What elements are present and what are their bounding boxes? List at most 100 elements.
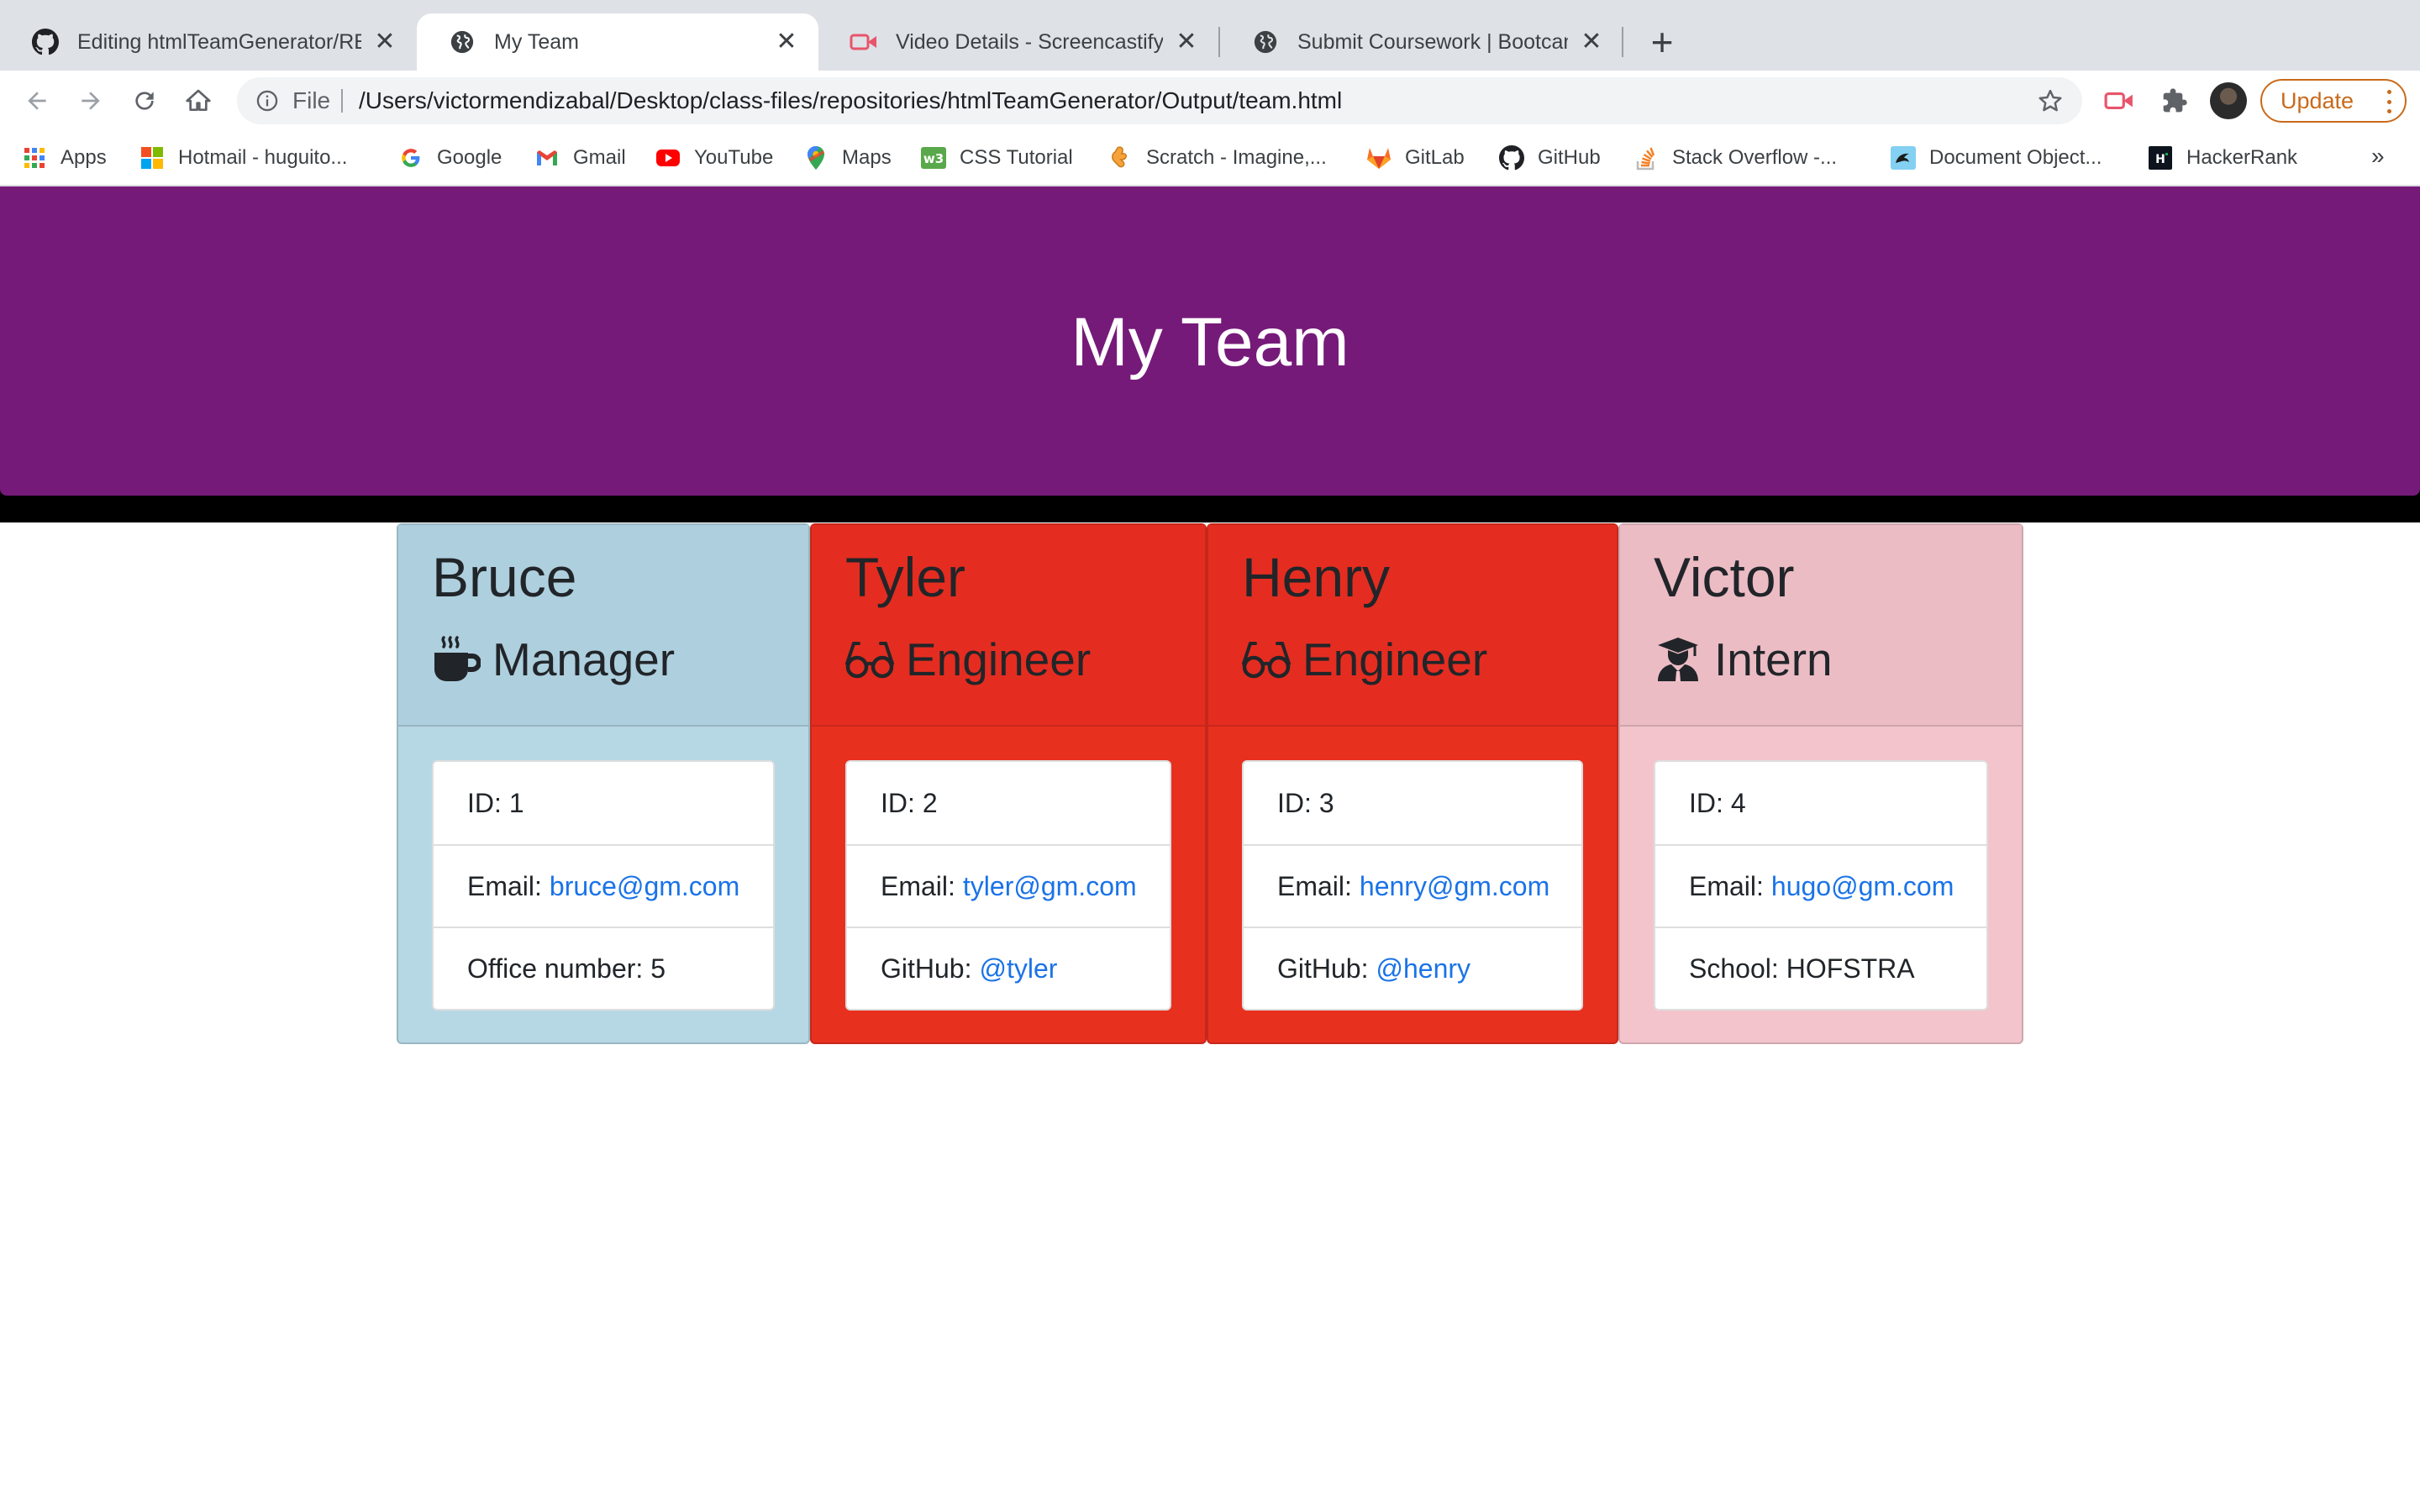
google-icon — [398, 145, 424, 171]
bookmark-gmail[interactable]: Gmail — [534, 143, 626, 173]
card-header: Victor Intern — [1620, 525, 2022, 727]
employee-card-manager: Bruce Manager ID: 1 Email: bruce@gm.com … — [397, 523, 810, 1044]
employee-email: Email: tyler@gm.com — [847, 844, 1170, 927]
bookmarks-overflow-button[interactable]: » — [2371, 143, 2385, 170]
update-button[interactable]: Update — [2260, 79, 2407, 123]
role-label: Manager — [492, 633, 676, 685]
email-link[interactable]: henry@gm.com — [1360, 871, 1549, 902]
coffee-mug-icon — [430, 635, 482, 684]
bookmark-maps[interactable]: Maps — [803, 143, 892, 173]
bookmark-star-icon[interactable] — [2035, 86, 2065, 116]
email-link[interactable]: tyler@gm.com — [963, 871, 1137, 902]
close-tab-icon[interactable]: ✕ — [1173, 29, 1200, 55]
employee-role: Intern — [1652, 633, 1833, 686]
address-bar[interactable]: File /Users/victormendizabal/Desktop/cla… — [237, 77, 2082, 124]
tab-my-team[interactable]: My Team ✕ — [417, 13, 818, 71]
id-label: ID: — [1689, 787, 1723, 818]
back-button[interactable] — [18, 82, 55, 119]
id-value: 4 — [1730, 787, 1746, 818]
bookmark-google[interactable]: Google — [398, 143, 502, 173]
bookmark-css-tutorial[interactable]: w3 CSS Tutorial — [921, 143, 1073, 173]
github-link[interactable]: @tyler — [979, 953, 1057, 984]
bookmark-stack-overflow[interactable]: Stack Overflow -... — [1634, 143, 1837, 173]
employee-name: Victor — [1654, 546, 1795, 608]
bookmark-github[interactable]: GitHub — [1499, 143, 1601, 173]
close-tab-icon[interactable]: ✕ — [1578, 29, 1605, 55]
bookmark-hackerrank[interactable]: H HackerRank — [2148, 143, 2297, 173]
bookmark-label: Document Object... — [1929, 146, 2102, 169]
screencastify-extension-icon[interactable] — [2102, 84, 2136, 118]
svg-text:w3: w3 — [923, 151, 944, 166]
home-icon — [186, 89, 211, 111]
globe-icon — [447, 27, 477, 57]
email-link[interactable]: hugo@gm.com — [1771, 871, 1954, 902]
employee-school: School: HOFSTRA — [1655, 927, 1986, 1009]
github-label: GitHub: — [881, 953, 972, 984]
close-tab-icon[interactable]: ✕ — [773, 29, 800, 55]
employee-github: GitHub: @henry — [1244, 927, 1581, 1009]
jumbotron-header: My Team — [0, 186, 2420, 496]
gitlab-icon — [1366, 145, 1392, 171]
employee-details-list: ID: 3 Email: henry@gm.com GitHub: @henry — [1242, 760, 1583, 1011]
office-number-label: Office number: — [467, 953, 644, 984]
page-content: My Team Bruce Manager ID: 1 Email: bruce… — [0, 186, 2420, 1512]
github-icon — [30, 27, 60, 57]
bookmark-youtube[interactable]: YouTube — [655, 143, 773, 173]
bookmark-label: Scratch - Imagine,... — [1146, 146, 1327, 169]
browser-toolbar: File /Users/victormendizabal/Desktop/cla… — [0, 71, 2420, 131]
employee-id: ID: 3 — [1244, 762, 1581, 844]
bookmark-label: Hotmail - huguito... — [178, 146, 348, 169]
close-tab-icon[interactable]: ✕ — [371, 29, 398, 55]
bookmark-label: GitHub — [1538, 146, 1601, 169]
id-value: 3 — [1318, 787, 1334, 818]
forward-button[interactable] — [72, 82, 109, 119]
glasses-icon — [844, 635, 896, 684]
profile-avatar[interactable] — [2210, 82, 2247, 119]
hackerrank-icon: H — [2148, 145, 2173, 171]
tab-title: My Team — [494, 29, 579, 54]
home-button[interactable] — [180, 82, 217, 119]
bookmarks-bar: Apps Hotmail - huguito... Google Gmail Y… — [0, 131, 2420, 186]
menu-kebab-icon[interactable] — [2386, 90, 2391, 113]
glasses-icon — [1240, 635, 1292, 684]
employee-id: ID: 1 — [434, 762, 773, 844]
extensions-puzzle-icon[interactable] — [2158, 84, 2191, 118]
info-icon[interactable] — [252, 86, 282, 116]
tab-title: Editing htmlTeamGenerator/RE — [77, 29, 361, 54]
graduate-icon — [1652, 635, 1704, 684]
id-label: ID: — [881, 787, 915, 818]
bookmark-scratch[interactable]: Scratch - Imagine,... — [1107, 143, 1327, 173]
bookmark-label: Google — [437, 146, 502, 169]
employee-id: ID: 2 — [847, 762, 1170, 844]
w3schools-icon: w3 — [921, 145, 946, 171]
employee-github: GitHub: @tyler — [847, 927, 1170, 1009]
bookmark-gitlab[interactable]: GitLab — [1366, 143, 1465, 173]
employee-email: Email: henry@gm.com — [1244, 844, 1581, 927]
email-link[interactable]: bruce@gm.com — [550, 871, 739, 902]
employee-role: Engineer — [844, 633, 1091, 686]
employee-details-list: ID: 1 Email: bruce@gm.com Office number:… — [432, 760, 775, 1011]
new-tab-button[interactable]: + — [1642, 22, 1682, 62]
bookmark-label: HackerRank — [2186, 146, 2298, 169]
url-text[interactable]: /Users/victormendizabal/Desktop/class-fi… — [359, 87, 1342, 114]
tab-editing-readme[interactable]: Editing htmlTeamGenerator/RE ✕ — [0, 13, 417, 71]
id-value: 1 — [508, 787, 524, 818]
tab-video-details[interactable]: Video Details - Screencastify ✕ — [818, 13, 1218, 71]
github-link[interactable]: @henry — [1376, 953, 1470, 984]
update-label: Update — [2281, 87, 2354, 113]
bookmark-apps[interactable]: Apps — [22, 143, 107, 173]
tab-submit-coursework[interactable]: Submit Coursework | Bootcamp ✕ — [1220, 13, 1623, 71]
employee-name: Tyler — [845, 546, 966, 608]
bookmark-label: Gmail — [573, 146, 626, 169]
role-label: Intern — [1714, 633, 1833, 685]
youtube-icon — [655, 145, 681, 171]
screencastify-icon — [849, 27, 879, 57]
stackoverflow-icon — [1634, 145, 1659, 171]
bookmark-document-object[interactable]: Document Object... — [1891, 143, 2102, 173]
email-label: Email: — [881, 870, 955, 901]
url-divider — [341, 89, 343, 113]
page-title: My Team — [1071, 304, 1349, 381]
reload-button[interactable] — [126, 82, 163, 119]
bookmark-label: GitLab — [1405, 146, 1465, 169]
bookmark-hotmail[interactable]: Hotmail - huguito... — [139, 143, 347, 173]
